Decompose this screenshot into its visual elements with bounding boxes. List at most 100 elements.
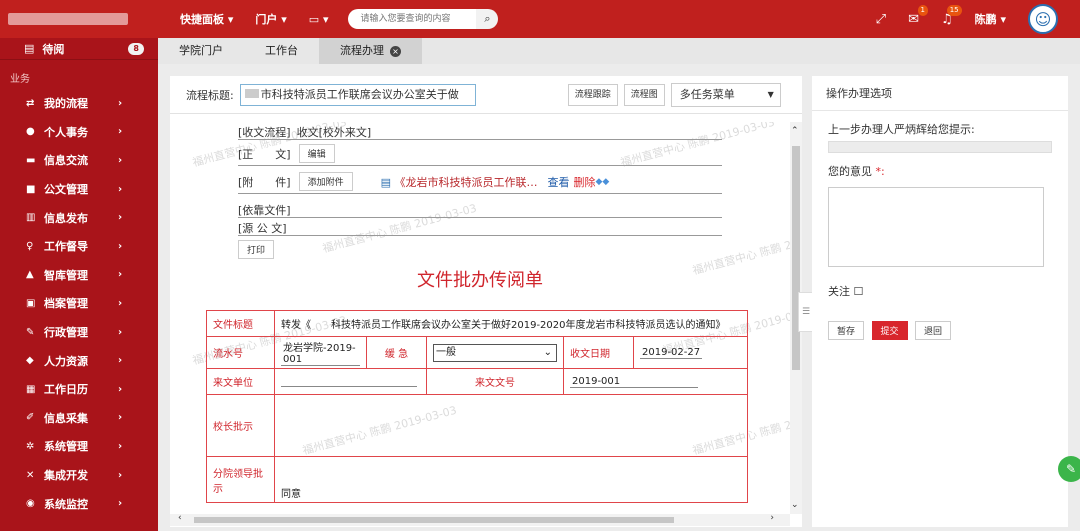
attachment-name: 《龙岩市科技特派员工作联… [394,175,538,189]
bell-icon[interactable]: ♫ 15 [941,4,962,27]
sidebar-item[interactable]: ▲ 智库管理 › [0,261,158,290]
chevron-down-icon: ⌄ [543,346,552,358]
source-unit-field[interactable] [281,373,417,387]
tab-workbench[interactable]: 工作台 [244,38,319,64]
flow-trace-button[interactable]: 流程跟踪 [567,83,618,106]
avatar[interactable]: ☺ [1028,4,1058,34]
app-logo[interactable] [0,0,160,38]
main-text-label: [正 文] [238,147,291,161]
chevron-right-icon: › [118,326,123,338]
sidebar-item[interactable]: ✐ 信息采集 › [0,404,158,433]
add-attachment-button[interactable]: 添加附件 [298,172,353,191]
sidebar-item[interactable]: ▣ 档案管理 › [0,289,158,318]
search-input[interactable] [348,9,477,29]
move-arrows-icon[interactable]: ◆◆ [596,177,610,187]
notice-badge: 1 [917,4,928,16]
tab-label: 流程办理 [340,44,384,57]
tab-process-handle[interactable]: 流程办理 × [319,38,422,64]
chevron-left-icon[interactable]: ‹ [178,513,182,523]
sidebar-section-business: 业务 [10,74,30,85]
sidebar-item-icon: ♀ [26,240,34,252]
follow-checkbox[interactable]: 关注 ☐ [812,271,1068,303]
source-unit-cell [274,368,427,395]
sidebar-item-icon: ■ [26,183,36,195]
tab-college-portal[interactable]: 学院门户 [158,38,244,64]
scroll-thumb[interactable] [194,517,674,523]
sidebar-item-icon: ✎ [26,326,35,338]
return-button[interactable]: 退回 [915,321,952,340]
notice-icon[interactable]: ✉ 1 [908,4,928,27]
sidebar-item[interactable]: ♀ 工作督导 › [0,232,158,261]
sidebar-item-label: 信息发布 [44,211,88,225]
receive-date-label: 收文日期 [563,336,634,369]
sidebar-item[interactable]: ◉ 系统监控 › [0,489,158,518]
chevron-right-icon: › [118,355,123,367]
opinion-textarea[interactable] [828,187,1044,267]
doc-number-field[interactable]: 2019-001 [570,376,698,388]
main-text-row: [正 文] 编辑 [238,142,722,166]
user-name: 陈鹏 [974,13,997,26]
multi-task-menu[interactable]: 多任务菜单 ▼ [670,82,781,107]
branch-leader-label: 分院领导批示 [206,456,275,503]
sidebar-item-label: 系统管理 [44,440,88,454]
chat-float-icon[interactable]: ✎ [1058,456,1080,482]
sidebar-item-icon: ● [26,126,35,138]
sidebar-item[interactable]: ▬ 信息交流 › [0,146,158,175]
president-instruction-label: 校长批示 [206,394,275,457]
search-button[interactable]: ⌕ [476,9,499,29]
attachment-row: [附 件] 添加附件 ▤ 《龙岩市科技特派员工作联… 查看 删除 ◆◆ [238,170,722,194]
sidebar-item-label: 智库管理 [44,268,88,282]
sidebar-item[interactable]: ● 个人事务 › [0,118,158,147]
delete-link[interactable]: 删除 [574,174,596,190]
chevron-up-icon[interactable]: ⌃ [791,126,799,136]
horizontal-scrollbar[interactable]: ‹ › [170,513,790,526]
urgency-select[interactable]: 一般 ⌄ [433,343,557,362]
portal-menu[interactable]: 门户 ▾ [255,11,286,27]
chevron-down-icon[interactable]: ⌄ [791,500,799,510]
sidebar-item-pending[interactable]: ▤ 待阅 8 [0,38,158,60]
source-doc-row: [源 公 文] [238,220,722,236]
pending-count-badge: 8 [128,42,144,55]
sidebar-item[interactable]: ⇄ 我的流程 › [0,89,158,118]
doc-title-value: 转发《 科技特派员工作联席会议办公室关于做好2019-2020年度龙岩市科技特派… [274,310,748,337]
save-draft-button[interactable]: 暂存 [828,321,865,340]
flow-title-input[interactable]: 市科技特派员工作联席会议办公室关于做 [239,83,476,106]
sidebar-item[interactable]: ✎ 行政管理 › [0,318,158,347]
chevron-right-icon: › [118,498,123,510]
close-icon[interactable]: × [390,46,401,57]
screen-menu[interactable]: ▭ ▾ [309,13,329,26]
sidebar: ▤ 待阅 8 业务 ⇄ 我的流程 › ● 个人事务 › ▬ 信息交流 › ■ 公文管理 › ▥ 信息发布 ›… [0,38,158,531]
sidebar-item[interactable]: ✲ 系统管理 › [0,432,158,461]
quick-panel-label: 快捷面板 [180,13,224,26]
view-link[interactable]: 查看 [548,174,570,190]
sidebar-item-icon: ▦ [26,383,36,395]
attachment-link[interactable]: ▤ 《龙岩市科技特派员工作联… [381,174,538,190]
main-panel: 流程标题: 市科技特派员工作联席会议办公室关于做 流程跟踪 流程图 多任务菜单 ▼… [170,76,802,527]
chevron-right-icon[interactable]: › [770,513,774,523]
serial-field[interactable]: 龙岩学院-2019-001 [281,339,360,366]
receive-date-field[interactable]: 2019-02-27 [640,347,703,359]
receive-flow-row: [收文流程] 收文[校外来文] [238,124,722,140]
flow-chart-button[interactable]: 流程图 [623,83,665,106]
quick-panel-menu[interactable]: 快捷面板 ▾ [180,11,233,27]
basis-file-label: [依靠文件] [238,203,291,217]
attachment-label: [附 件] [238,175,291,189]
fullscreen-icon[interactable]: ⤢ [876,12,886,27]
doc-number-label: 来文文号 [426,368,564,395]
top-nav: 快捷面板 ▾ 门户 ▾ ▭ ▾ [180,11,328,27]
edit-button[interactable]: 编辑 [298,144,335,163]
scroll-thumb[interactable] [792,146,800,370]
sidebar-item[interactable]: ✕ 集成开发 › [0,461,158,490]
sidebar-item[interactable]: ▦ 工作日历 › [0,375,158,404]
sidebar-item-label: 档案管理 [44,297,88,311]
submit-button[interactable]: 提交 [871,321,908,340]
sidebar-item[interactable]: ▥ 信息发布 › [0,203,158,232]
blurred-text [244,88,259,98]
sidebar-item-label: 人力资源 [44,354,88,368]
user-menu[interactable]: 陈鹏 ▾ [975,11,1006,27]
print-button[interactable]: 打印 [238,239,275,259]
portal-label: 门户 [255,13,278,26]
sidebar-item[interactable]: ■ 公文管理 › [0,175,158,204]
flow-title-value: 市科技特派员工作联席会议办公室关于做 [260,87,459,101]
sidebar-item[interactable]: ◆ 人力资源 › [0,346,158,375]
